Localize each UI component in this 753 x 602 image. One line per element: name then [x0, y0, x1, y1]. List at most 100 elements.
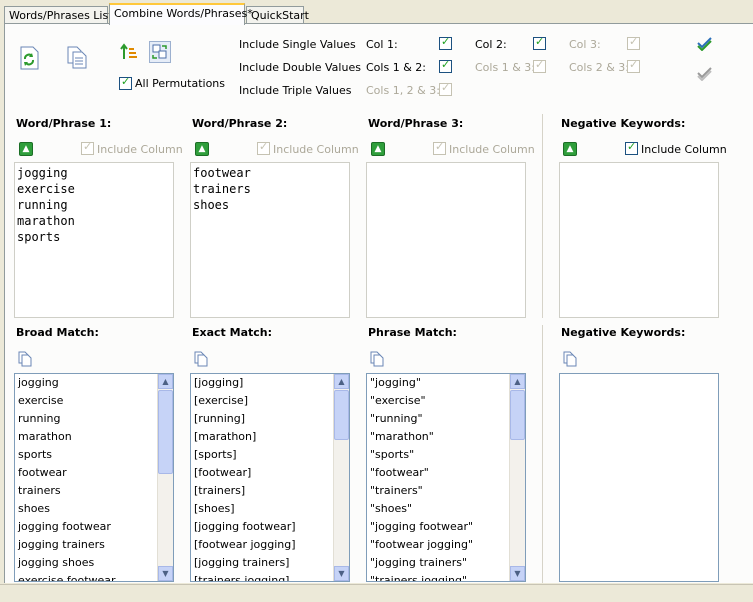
list-item[interactable]: jogging shoes — [15, 554, 173, 572]
sort-ascending-icon[interactable] — [120, 43, 142, 65]
include-single-label: Include Single Values — [239, 38, 356, 51]
col1-label: Col 1: — [366, 38, 398, 51]
list-item[interactable]: "trainers jogging" — [367, 572, 525, 581]
broad-list[interactable]: jogging exercise running marathon sports foot… — [14, 373, 174, 582]
refresh-icon[interactable] — [18, 46, 40, 70]
list-item[interactable]: [sports] — [191, 446, 349, 464]
wp1-move-up-icon[interactable]: ▲ — [19, 142, 33, 156]
cols123-checkbox: ✓ — [439, 81, 452, 96]
scroll-up-icon[interactable]: ▲ — [334, 374, 349, 389]
list-item[interactable]: "jogging trainers" — [367, 554, 525, 572]
wp1-textarea[interactable]: jogging exercise running marathon sports — [14, 162, 174, 318]
list-item[interactable]: running — [15, 410, 173, 428]
list-item[interactable]: [footwear] — [191, 464, 349, 482]
scroll-down-icon[interactable]: ▼ — [158, 566, 173, 581]
list-item[interactable]: [jogging trainers] — [191, 554, 349, 572]
list-item[interactable]: jogging trainers — [15, 536, 173, 554]
wp3-move-up-icon[interactable]: ▲ — [371, 142, 385, 156]
list-item[interactable]: [jogging footwear] — [191, 518, 349, 536]
list-item[interactable]: jogging footwear — [15, 518, 173, 536]
list-item[interactable]: "shoes" — [367, 500, 525, 518]
exact-copy-icon[interactable] — [194, 351, 208, 367]
list-item[interactable]: [trainers jogging] — [191, 572, 349, 581]
exact-list[interactable]: [jogging] [exercise] [running] [marathon] [s… — [190, 373, 350, 582]
cols12-checkbox[interactable]: ✓ — [439, 58, 452, 73]
list-item[interactable]: shoes — [15, 500, 173, 518]
check-icon: ✓ — [629, 35, 639, 48]
cols23-checkbox: ✓ — [627, 58, 640, 73]
list-item[interactable]: "marathon" — [367, 428, 525, 446]
wp3-textarea[interactable] — [366, 162, 526, 318]
tab-quickstart[interactable]: QuickStart — [246, 6, 309, 24]
cols123-label: Cols 1, 2 & 3: — [366, 84, 440, 97]
uncheck-all-icon[interactable] — [697, 67, 713, 84]
cols12-label: Cols 1 & 2: — [366, 61, 426, 74]
wp2-move-up-icon[interactable]: ▲ — [195, 142, 209, 156]
wp1-title: Word/Phrase 1: — [16, 117, 112, 130]
list-item[interactable]: jogging — [15, 374, 173, 392]
list-item[interactable]: "jogging" — [367, 374, 525, 392]
scroll-down-icon[interactable]: ▼ — [334, 566, 349, 581]
scroll-up-icon[interactable]: ▲ — [158, 374, 173, 389]
check-icon: ✓ — [535, 35, 545, 48]
check-all-icon[interactable] — [697, 37, 713, 54]
neg-move-up-icon[interactable]: ▲ — [563, 142, 577, 156]
tab-words-phrases-list[interactable]: Words/Phrases List — [4, 6, 113, 24]
wp2-textarea[interactable]: footwear trainers shoes — [190, 162, 350, 318]
neg-include-checkbox[interactable]: ✓ — [625, 140, 638, 155]
list-item[interactable]: footwear — [15, 464, 173, 482]
col2-checkbox[interactable]: ✓ — [533, 35, 546, 50]
list-item[interactable]: [shoes] — [191, 500, 349, 518]
list-item[interactable]: [jogging] — [191, 374, 349, 392]
status-bar — [0, 584, 753, 602]
list-item[interactable]: "sports" — [367, 446, 525, 464]
scroll-thumb[interactable] — [334, 390, 349, 440]
list-item[interactable]: "trainers" — [367, 482, 525, 500]
broad-scrollbar[interactable]: ▲ ▼ — [157, 374, 173, 581]
scroll-thumb[interactable] — [158, 390, 173, 474]
phrase-scrollbar[interactable]: ▲ ▼ — [509, 374, 525, 581]
list-item[interactable]: [running] — [191, 410, 349, 428]
exact-scrollbar[interactable]: ▲ ▼ — [333, 374, 349, 581]
list-item[interactable]: [exercise] — [191, 392, 349, 410]
col1-checkbox[interactable]: ✓ — [439, 35, 452, 50]
permutation-icon[interactable] — [149, 41, 171, 63]
list-item[interactable]: sports — [15, 446, 173, 464]
list-item[interactable]: [footwear jogging] — [191, 536, 349, 554]
check-icon: ✓ — [441, 58, 451, 71]
list-item[interactable]: "exercise" — [367, 392, 525, 410]
neg-copy-icon[interactable] — [563, 351, 577, 367]
include-triple-label: Include Triple Values — [239, 84, 352, 97]
neg-results-title: Negative Keywords: — [561, 326, 686, 339]
scroll-up-icon[interactable]: ▲ — [510, 374, 525, 389]
scroll-thumb[interactable] — [510, 390, 525, 440]
wp1-include-checkbox: ✓ — [81, 140, 94, 155]
list-item[interactable]: exercise — [15, 392, 173, 410]
check-icon: ✓ — [435, 140, 445, 153]
list-item[interactable]: marathon — [15, 428, 173, 446]
phrase-list[interactable]: "jogging" "exercise" "running" "marathon" "s… — [366, 373, 526, 582]
neg-results-list[interactable] — [559, 373, 719, 582]
scroll-down-icon[interactable]: ▼ — [510, 566, 525, 581]
check-icon: ✓ — [441, 81, 451, 94]
col2-label: Col 2: — [475, 38, 507, 51]
tab-combine-words-phrases[interactable]: Combine Words/Phrases* — [109, 3, 253, 25]
divider — [542, 114, 543, 318]
broad-copy-icon[interactable] — [18, 351, 32, 367]
list-item[interactable]: "footwear jogging" — [367, 536, 525, 554]
list-item[interactable]: [trainers] — [191, 482, 349, 500]
list-item[interactable]: "jogging footwear" — [367, 518, 525, 536]
phrase-copy-icon[interactable] — [370, 351, 384, 367]
divider — [542, 325, 543, 583]
neg-textarea[interactable] — [559, 162, 719, 318]
list-item[interactable]: exercise footwear — [15, 572, 173, 581]
list-item[interactable]: [marathon] — [191, 428, 349, 446]
col3-checkbox: ✓ — [627, 35, 640, 50]
list-item[interactable]: "footwear" — [367, 464, 525, 482]
wp2-include-label: Include Column — [273, 143, 359, 156]
list-item[interactable]: trainers — [15, 482, 173, 500]
all-permutations-checkbox[interactable]: ✓ — [119, 75, 132, 90]
list-item[interactable]: "running" — [367, 410, 525, 428]
copy-pages-icon[interactable] — [66, 46, 88, 69]
wp3-include-checkbox: ✓ — [433, 140, 446, 155]
